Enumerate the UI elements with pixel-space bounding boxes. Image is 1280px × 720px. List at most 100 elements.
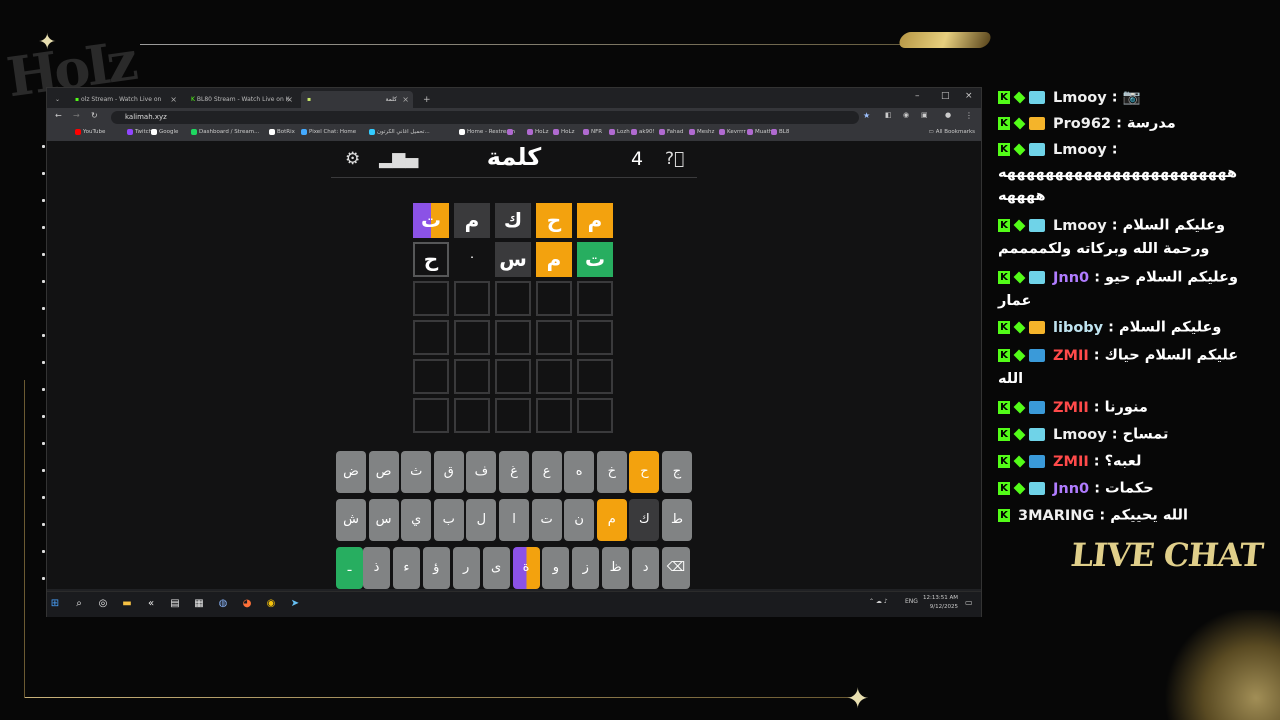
language-indicator[interactable]: ENG bbox=[905, 598, 918, 605]
key-button[interactable]: خ bbox=[596, 451, 627, 493]
chat-username[interactable]: Lmooy bbox=[1053, 142, 1107, 158]
close-icon[interactable]: × bbox=[402, 95, 409, 104]
key-button[interactable]: ص bbox=[368, 451, 399, 493]
bookmark-item[interactable]: HoLz bbox=[553, 129, 574, 135]
minimize-icon[interactable]: – bbox=[915, 91, 920, 101]
tab-kalimah[interactable]: ▪ كلمة × bbox=[301, 91, 413, 108]
key-button[interactable]: د bbox=[632, 547, 660, 589]
key-button[interactable]: ا bbox=[499, 499, 529, 541]
chat-username[interactable]: ZMII bbox=[1053, 348, 1089, 364]
chat-username[interactable]: Lmooy bbox=[1053, 427, 1107, 443]
new-tab-button[interactable]: + bbox=[417, 91, 431, 108]
tab-kick-holz[interactable]: ▪ olz Stream - Watch Live on × bbox=[69, 91, 181, 108]
search-icon[interactable]: ⌕ bbox=[73, 598, 85, 610]
key-button[interactable]: ه bbox=[564, 451, 595, 493]
key-button[interactable]: ي bbox=[401, 499, 432, 541]
bookmark-item[interactable]: Dashboard / Stream... bbox=[191, 129, 259, 135]
key-button[interactable]: ف bbox=[466, 451, 497, 493]
profile-avatar[interactable]: ● bbox=[945, 111, 951, 119]
key-button[interactable]: ن bbox=[564, 499, 595, 541]
tab-search-button[interactable]: ⌄ bbox=[49, 91, 67, 108]
app-icon[interactable]: ▤ bbox=[169, 598, 181, 610]
bookmark-item[interactable]: BotRix bbox=[269, 129, 295, 135]
bookmark-item[interactable]: HoLz bbox=[527, 129, 548, 135]
notifications-icon[interactable]: ▭ bbox=[965, 598, 973, 607]
bookmark-item[interactable]: YouTube bbox=[75, 129, 105, 135]
chat-username[interactable]: Jnn0 bbox=[1053, 270, 1089, 286]
bookmark-item[interactable]: NFR bbox=[583, 129, 602, 135]
bookmark-item[interactable]: تحميل اغاني الكرتون... bbox=[369, 129, 430, 135]
key-button[interactable]: ذ bbox=[363, 547, 390, 589]
extension-icon[interactable]: ◧ bbox=[885, 111, 892, 119]
bookmark-item[interactable]: Fahad bbox=[659, 129, 683, 135]
key-button[interactable]: ت bbox=[531, 499, 562, 541]
clock[interactable]: 12:13:51 AM 9/12/2025 bbox=[923, 594, 958, 612]
key-button[interactable]: ح bbox=[629, 451, 660, 493]
chat-username[interactable]: Jnn0 bbox=[1053, 481, 1089, 497]
firefox-icon[interactable]: ◕ bbox=[241, 598, 253, 610]
back-icon[interactable]: ← bbox=[55, 111, 62, 120]
backspace-key[interactable]: ⌫ bbox=[662, 547, 690, 589]
bookmark-item[interactable]: BL8 bbox=[771, 129, 789, 135]
close-icon[interactable]: × bbox=[170, 95, 177, 104]
key-button[interactable]: م bbox=[596, 499, 627, 541]
obs-icon[interactable]: ◎ bbox=[97, 598, 109, 610]
app-icon[interactable]: « bbox=[145, 598, 157, 610]
menu-kebab-icon[interactable]: ⋮ bbox=[965, 111, 973, 120]
close-icon[interactable]: × bbox=[286, 95, 293, 104]
bookmark-item[interactable]: Pixel Chat: Home bbox=[301, 129, 356, 135]
forward-icon[interactable]: → bbox=[73, 111, 80, 120]
key-button[interactable]: ر bbox=[452, 547, 480, 589]
app-icon[interactable]: ▦ bbox=[193, 598, 205, 610]
bookmark-item[interactable]: Meshz bbox=[689, 129, 714, 135]
key-button[interactable]: غ bbox=[499, 451, 529, 493]
key-button[interactable]: ش bbox=[336, 499, 366, 541]
all-bookmarks-button[interactable]: ▭ All Bookmarks bbox=[929, 129, 976, 135]
key-button[interactable]: ى bbox=[482, 547, 510, 589]
maximize-icon[interactable]: □ bbox=[941, 91, 950, 101]
chat-username[interactable]: Lmooy bbox=[1053, 218, 1107, 234]
bookmark-item[interactable]: Lozh bbox=[609, 129, 630, 135]
file-explorer-icon[interactable]: ▬ bbox=[121, 598, 133, 610]
chat-username[interactable]: ZMII bbox=[1053, 400, 1089, 416]
key-button[interactable]: ل bbox=[466, 499, 497, 541]
steam-icon[interactable]: ➤ bbox=[289, 598, 301, 610]
chat-username[interactable]: Lmooy bbox=[1053, 90, 1107, 106]
key-button[interactable]: ؤ bbox=[422, 547, 450, 589]
windows-start-icon[interactable]: ⊞ bbox=[49, 598, 61, 610]
tab-kick-bl80[interactable]: K BL80 Stream - Watch Live on K × bbox=[185, 91, 297, 108]
chrome-icon[interactable]: ◉ bbox=[265, 598, 277, 610]
key-button[interactable]: و bbox=[542, 547, 570, 589]
close-window-icon[interactable]: × bbox=[965, 91, 973, 101]
help-icon[interactable]: ?⃝ bbox=[665, 149, 684, 169]
extension-icon[interactable]: ▣ bbox=[921, 111, 928, 119]
key-button[interactable]: س bbox=[368, 499, 399, 541]
key-button[interactable]: ك bbox=[629, 499, 660, 541]
bookmark-item[interactable]: Muath bbox=[747, 129, 772, 135]
key-button[interactable]: ج bbox=[662, 451, 692, 493]
reload-icon[interactable]: ↻ bbox=[91, 111, 98, 120]
key-button[interactable]: ق bbox=[433, 451, 464, 493]
bookmark-item[interactable]: Twitch bbox=[127, 129, 152, 135]
bookmark-item[interactable]: Kevrrrr bbox=[719, 129, 746, 135]
extension-icon[interactable]: ◉ bbox=[903, 111, 909, 119]
key-button[interactable]: ء bbox=[392, 547, 420, 589]
key-button[interactable]: ب bbox=[433, 499, 464, 541]
chat-username[interactable]: 3MARING bbox=[1018, 508, 1094, 524]
bookmark-item[interactable]: Google bbox=[151, 129, 178, 135]
key-button[interactable]: ظ bbox=[602, 547, 630, 589]
chat-username[interactable]: ZMII bbox=[1053, 454, 1089, 470]
key-button[interactable]: ط bbox=[662, 499, 692, 541]
tray-icons[interactable]: ⌃ ☁ ♪ bbox=[869, 598, 888, 605]
key-button[interactable]: ز bbox=[572, 547, 600, 589]
bookmark-star-icon[interactable]: ★ bbox=[863, 111, 870, 120]
key-button[interactable]: ث bbox=[401, 451, 432, 493]
address-bar[interactable]: kalimah.xyz bbox=[111, 111, 859, 124]
key-button[interactable]: ض bbox=[336, 451, 366, 493]
chat-username[interactable]: liboby bbox=[1053, 320, 1103, 336]
key-button[interactable]: ة bbox=[512, 547, 540, 589]
chat-username[interactable]: Pro962 bbox=[1053, 116, 1111, 132]
key-button[interactable]: ع bbox=[531, 451, 562, 493]
enter-key[interactable]: ـ bbox=[336, 547, 363, 589]
discord-icon[interactable]: ◍ bbox=[217, 598, 229, 610]
